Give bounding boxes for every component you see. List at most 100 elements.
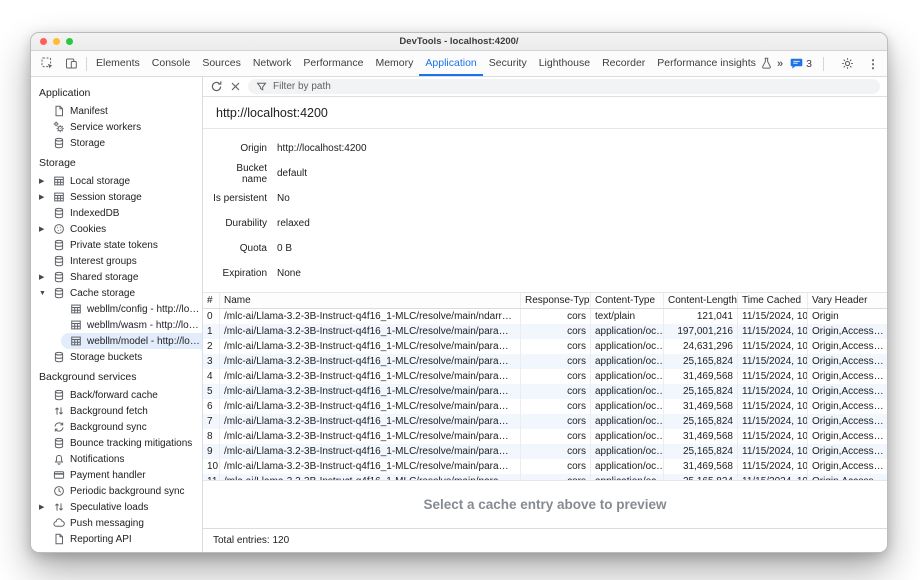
tab-elements[interactable]: Elements [90,51,146,76]
column-header-vary-header[interactable]: Vary Header [808,293,887,308]
issues-counter[interactable]: 3 [790,57,812,70]
document-icon [52,105,65,118]
collapse-arrow-icon[interactable]: ▶ [39,177,52,185]
cell-value: cors [567,356,586,367]
cell-value: /mlc-ai/Llama-3.2-3B-Instruct-q4f16_1-ML… [224,311,516,322]
sidebar-item-background-sync[interactable]: Background sync [31,419,202,435]
sidebar-item-private-state-tokens[interactable]: Private state tokens [31,237,202,253]
database-icon [52,137,65,150]
cell-value: 10 [207,461,218,472]
sidebar-item-bounce-tracking-mitigations[interactable]: Bounce tracking mitigations [31,435,202,451]
cache-entry-row[interactable]: 10/mlc-ai/Llama-3.2-3B-Instruct-q4f16_1-… [203,459,887,474]
collapse-arrow-icon[interactable]: ▶ [39,225,52,233]
tab-console[interactable]: Console [146,51,197,76]
column-header-time-cached[interactable]: Time Cached [738,293,808,308]
cache-entry-row[interactable]: 1/mlc-ai/Llama-3.2-3B-Instruct-q4f16_1-M… [203,324,887,339]
sidebar-item-shared-storage[interactable]: ▶Shared storage [31,269,202,285]
cell-value: Origin,Access… [812,356,884,367]
cell-value: cors [567,326,586,337]
sidebar-item-periodic-background-sync[interactable]: Periodic background sync [31,483,202,499]
column-header-content-type[interactable]: Content-Type [591,293,664,308]
cell-value: 11/15/2024, 10… [742,341,808,352]
more-tabs-button[interactable]: » [777,58,782,70]
sidebar-item-payment-handler[interactable]: Payment handler [31,467,202,483]
cell-response-type: cors [521,414,591,429]
cell-value: Origin,Access… [812,371,884,382]
cache-toolbar: Filter by path [203,77,887,97]
collapse-arrow-icon[interactable]: ▶ [39,273,52,281]
column-header-label: Vary Header [812,295,867,306]
tab-network[interactable]: Network [247,51,298,76]
cell-name: /mlc-ai/Llama-3.2-3B-Instruct-q4f16_1-ML… [220,324,521,339]
tab-lighthouse[interactable]: Lighthouse [533,51,596,76]
sidebar-item-notifications[interactable]: Notifications [31,451,202,467]
sidebar-item-webllm-config-http-loc[interactable]: webllm/config - http://loc… [31,301,202,317]
cell-value: 121,041 [697,311,733,322]
issues-count: 3 [806,58,812,70]
cache-entry-row[interactable]: 6/mlc-ai/Llama-3.2-3B-Instruct-q4f16_1-M… [203,399,887,414]
collapse-arrow-icon[interactable]: ▶ [39,193,52,201]
sidebar-item-speculative-loads[interactable]: ▶Speculative loads [31,499,202,515]
cell-vary-header: Origin,Access… [808,429,887,444]
cache-entry-row[interactable]: 5/mlc-ai/Llama-3.2-3B-Instruct-q4f16_1-M… [203,384,887,399]
cache-entry-row[interactable]: 2/mlc-ai/Llama-3.2-3B-Instruct-q4f16_1-M… [203,339,887,354]
cache-entry-row[interactable]: 7/mlc-ai/Llama-3.2-3B-Instruct-q4f16_1-M… [203,414,887,429]
collapse-arrow-icon[interactable]: ▶ [39,503,52,511]
metadata-row-expiration: ExpirationNone [209,261,887,286]
tab-sources[interactable]: Sources [196,51,247,76]
gear-icon[interactable] [835,57,859,70]
sidebar-item-interest-groups[interactable]: Interest groups [31,253,202,269]
sidebar-item-push-messaging[interactable]: Push messaging [31,515,202,531]
more-options-icon[interactable]: ⋮ [867,57,879,71]
tab-security[interactable]: Security [483,51,533,76]
sidebar-item-cookies[interactable]: ▶Cookies [31,221,202,237]
tab-performance-insights[interactable]: Performance insights [651,51,777,76]
sidebar-item-background-fetch[interactable]: Background fetch [31,403,202,419]
expand-arrow-icon[interactable]: ▼ [39,290,52,297]
tab-application[interactable]: Application [419,51,482,76]
tab-memory[interactable]: Memory [369,51,419,76]
column-header-content-length[interactable]: Content-Length [664,293,738,308]
tab-performance[interactable]: Performance [297,51,369,76]
column-header-response-type[interactable]: Response-Type [521,293,591,308]
sidebar-item-manifest[interactable]: Manifest [31,103,202,119]
cell-content-length: 25,165,824 [664,444,738,459]
cell-value: Origin,Access… [812,341,884,352]
sidebar-item-cache-storage[interactable]: ▼Cache storage [31,285,202,301]
sidebar-item-local-storage[interactable]: ▶Local storage [31,173,202,189]
cache-entry-row[interactable]: 9/mlc-ai/Llama-3.2-3B-Instruct-q4f16_1-M… [203,444,887,459]
cell-name: /mlc-ai/Llama-3.2-3B-Instruct-q4f16_1-ML… [220,309,521,324]
filter-input[interactable]: Filter by path [248,79,880,94]
device-toolbar-icon[interactable] [59,51,83,76]
cell-vary-header: Origin,Access… [808,459,887,474]
sidebar-item-back-forward-cache[interactable]: Back/forward cache [31,387,202,403]
cell-value: 24,631,296 [683,341,733,352]
sidebar-item-storage[interactable]: Storage [31,135,202,151]
sidebar-item-reporting-api[interactable]: Reporting API [31,531,202,547]
window-title: DevTools - localhost:4200/ [31,36,887,47]
sidebar-item-session-storage[interactable]: ▶Session storage [31,189,202,205]
sidebar-item-service-workers[interactable]: Service workers [31,119,202,135]
sidebar-item-storage-buckets[interactable]: Storage buckets [31,349,202,365]
sidebar-item-webllm-model-http-loc[interactable]: webllm/model - http://loc… [61,333,202,349]
cache-entry-row[interactable]: 8/mlc-ai/Llama-3.2-3B-Instruct-q4f16_1-M… [203,429,887,444]
cell-value: Origin,Access… [812,431,884,442]
cache-entry-row[interactable]: 4/mlc-ai/Llama-3.2-3B-Instruct-q4f16_1-M… [203,369,887,384]
column-header-name[interactable]: Name [220,293,521,308]
database-icon [52,255,65,268]
column-header-[interactable]: # [203,293,220,308]
cell-name: /mlc-ai/Llama-3.2-3B-Instruct-q4f16_1-ML… [220,369,521,384]
sidebar-item-indexeddb[interactable]: IndexedDB [31,205,202,221]
tab-label: Elements [96,57,140,69]
cache-entry-row[interactable]: 0/mlc-ai/Llama-3.2-3B-Instruct-q4f16_1-M… [203,309,887,324]
refresh-icon[interactable] [210,80,223,93]
tab-recorder[interactable]: Recorder [596,51,651,76]
clear-icon[interactable] [230,81,241,92]
inspect-icon[interactable] [35,51,59,76]
cache-entry-row[interactable]: 3/mlc-ai/Llama-3.2-3B-Instruct-q4f16_1-M… [203,354,887,369]
sidebar-item-webllm-wasm-http-loca[interactable]: webllm/wasm - http://loca… [31,317,202,333]
grid-body: 0/mlc-ai/Llama-3.2-3B-Instruct-q4f16_1-M… [203,309,887,480]
cell-value: cors [567,371,586,382]
cell-value: cors [567,311,586,322]
sidebar-item-label: Periodic background sync [70,486,185,497]
